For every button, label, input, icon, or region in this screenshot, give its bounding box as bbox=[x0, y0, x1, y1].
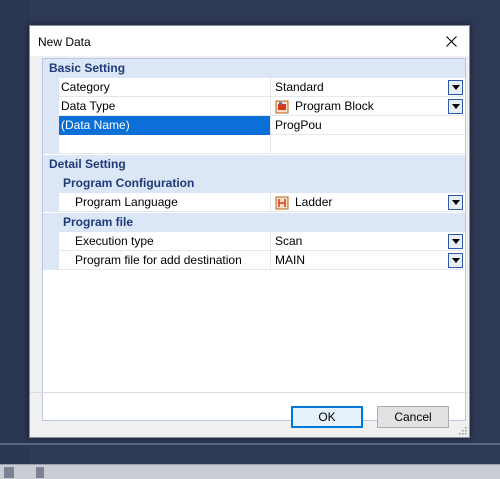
close-icon bbox=[445, 35, 457, 47]
ok-button[interactable]: OK bbox=[291, 406, 363, 428]
prop-row-category[interactable]: Category Standard bbox=[43, 78, 465, 97]
prop-name-add-destination: Program file for add destination bbox=[59, 251, 271, 270]
section-basic-setting[interactable]: Basic Setting bbox=[43, 59, 465, 78]
cancel-button[interactable]: Cancel bbox=[377, 406, 449, 428]
prop-value-execution-type[interactable]: Scan bbox=[271, 232, 465, 251]
row-indent bbox=[43, 97, 59, 115]
section-label: Basic Setting bbox=[49, 61, 126, 75]
prop-value-data-type[interactable]: Program Block bbox=[271, 97, 465, 116]
prop-row-execution-type[interactable]: Execution type Scan bbox=[43, 232, 465, 251]
chevron-down-icon bbox=[451, 258, 460, 263]
program-block-icon bbox=[275, 100, 289, 113]
subsection-program-configuration[interactable]: Program Configuration bbox=[43, 174, 465, 193]
prop-name-execution-type: Execution type bbox=[59, 232, 271, 251]
add-destination-value: MAIN bbox=[275, 253, 305, 267]
prop-row-data-type[interactable]: Data Type Program Block bbox=[43, 97, 465, 116]
prop-name-data-name: (Data Name) bbox=[59, 116, 271, 135]
program-language-dropdown-button[interactable] bbox=[448, 195, 463, 210]
data-type-dropdown-button[interactable] bbox=[448, 99, 463, 114]
property-grid: Basic Setting Category Standard Data Typ… bbox=[42, 58, 466, 421]
prop-name-data-type: Data Type bbox=[59, 97, 271, 116]
prop-value-add-destination[interactable]: MAIN bbox=[271, 251, 465, 270]
row-indent bbox=[43, 116, 59, 134]
chevron-down-icon bbox=[451, 104, 460, 109]
section-label: Detail Setting bbox=[49, 157, 126, 171]
background-toolbar-icon bbox=[4, 467, 14, 478]
prop-value-category[interactable]: Standard bbox=[271, 78, 465, 97]
background-app-area bbox=[0, 0, 30, 479]
prop-value-program-language[interactable]: Ladder bbox=[271, 193, 465, 212]
row-indent bbox=[43, 232, 59, 250]
program-language-value: Ladder bbox=[295, 195, 333, 209]
resize-grip-icon[interactable] bbox=[457, 425, 467, 435]
close-button[interactable] bbox=[439, 30, 463, 52]
prop-row-add-destination[interactable]: Program file for add destination MAIN bbox=[43, 251, 465, 270]
data-name-input[interactable]: ProgPou bbox=[275, 116, 322, 135]
footer-divider bbox=[30, 392, 469, 393]
dialog-titlebar[interactable]: New Data bbox=[30, 26, 469, 56]
execution-type-dropdown-button[interactable] bbox=[448, 234, 463, 249]
category-dropdown-button[interactable] bbox=[448, 80, 463, 95]
row-indent bbox=[43, 78, 59, 96]
prop-row-empty bbox=[43, 135, 465, 154]
background-toolbar bbox=[0, 464, 500, 479]
add-destination-dropdown-button[interactable] bbox=[448, 253, 463, 268]
prop-row-data-name[interactable]: (Data Name) ProgPou bbox=[43, 116, 465, 135]
prop-value-data-name[interactable]: ProgPou bbox=[271, 116, 465, 135]
ladder-icon bbox=[275, 196, 289, 209]
prop-name-program-language: Program Language bbox=[59, 193, 271, 212]
row-indent bbox=[43, 251, 59, 269]
section-detail-setting[interactable]: Detail Setting bbox=[43, 155, 465, 174]
chevron-down-icon bbox=[451, 85, 460, 90]
prop-row-program-language[interactable]: Program Language Ladder bbox=[43, 193, 465, 212]
background-divider bbox=[0, 443, 500, 445]
dialog-title: New Data bbox=[38, 35, 91, 49]
background-toolbar-icon bbox=[36, 467, 44, 478]
chevron-down-icon bbox=[451, 239, 460, 244]
data-type-value: Program Block bbox=[295, 99, 374, 113]
row-indent bbox=[43, 135, 59, 153]
execution-type-value: Scan bbox=[275, 234, 303, 248]
prop-name-category: Category bbox=[59, 78, 271, 97]
new-data-dialog: New Data Basic Setting Category Standard… bbox=[29, 25, 470, 438]
subsection-program-file[interactable]: Program file bbox=[43, 213, 465, 232]
chevron-down-icon bbox=[451, 200, 460, 205]
prop-name-empty bbox=[59, 135, 271, 154]
section-label: Program Configuration bbox=[63, 176, 195, 190]
row-indent bbox=[43, 193, 59, 211]
category-value: Standard bbox=[275, 80, 324, 94]
section-label: Program file bbox=[63, 215, 134, 229]
